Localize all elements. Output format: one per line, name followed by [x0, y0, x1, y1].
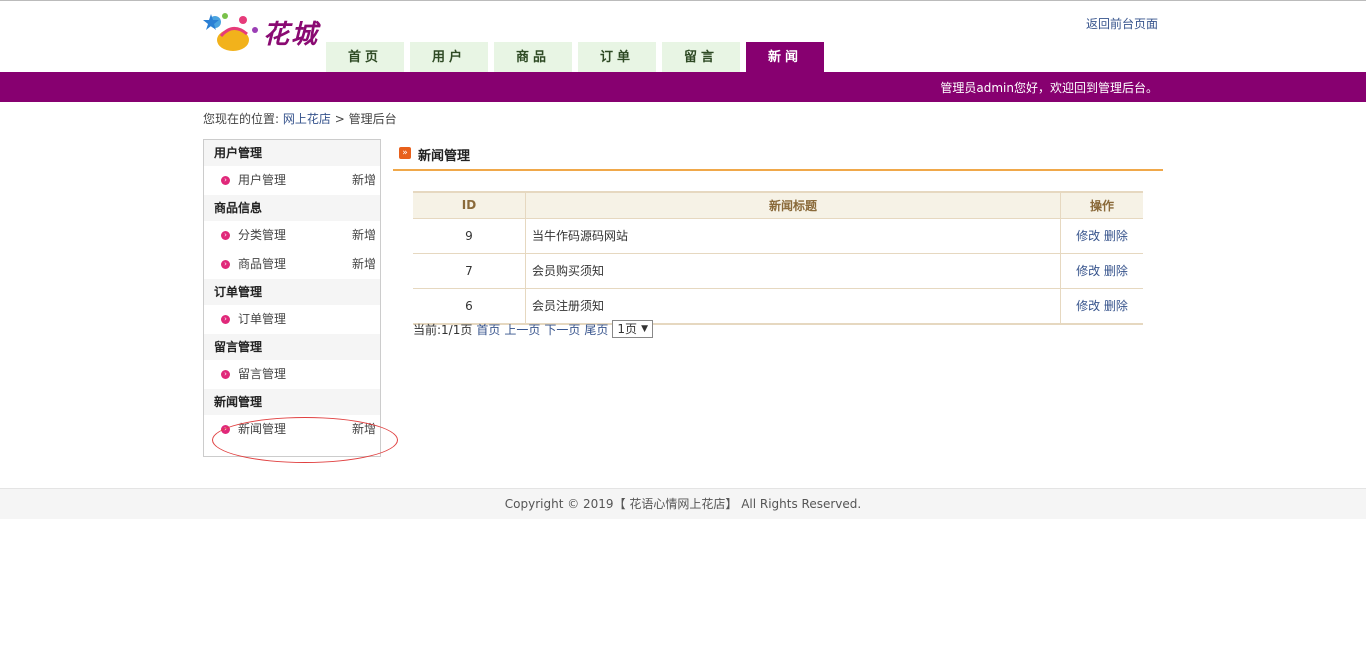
footer: Copyright © 2019【 花语心情网上花店】 All Rights R…	[0, 488, 1366, 519]
column-header-id: ID	[413, 191, 526, 219]
page-title: 新闻管理	[418, 149, 471, 164]
dropdown-arrow-icon: ▼	[641, 324, 648, 334]
cell-id: 9	[413, 218, 526, 254]
title-divider	[393, 169, 1163, 171]
delete-link[interactable]: 删除	[1104, 264, 1128, 278]
sidebar-item-messages: › 留言管理	[204, 360, 380, 389]
nav-tab-products[interactable]: 商品	[494, 42, 572, 72]
edit-link[interactable]: 修改	[1076, 229, 1100, 243]
sidebar-item-users: › 用户管理 新增	[204, 166, 380, 195]
bullet-arrow-icon: ›	[221, 231, 230, 240]
sidebar-item-label[interactable]: 用户管理	[238, 173, 286, 187]
edit-link[interactable]: 修改	[1076, 264, 1100, 278]
sidebar-item-label[interactable]: 订单管理	[238, 312, 286, 326]
bullet-arrow-icon: ›	[221, 315, 230, 324]
pager-last-link[interactable]: 尾页	[584, 321, 608, 338]
column-header-title: 新闻标题	[525, 191, 1061, 219]
sidebar-group-title: 订单管理	[204, 279, 380, 305]
breadcrumb-home-link[interactable]: 网上花店	[283, 112, 331, 126]
nav-tab-news[interactable]: 新闻	[746, 42, 824, 72]
add-user-link[interactable]: 新增	[352, 166, 376, 195]
flower-logo-icon	[203, 13, 258, 51]
column-header-ops: 操作	[1060, 191, 1143, 219]
delete-link[interactable]: 删除	[1104, 299, 1128, 313]
bullet-arrow-icon: ›	[221, 260, 230, 269]
cell-title: 当牛作码源码网站	[525, 218, 1061, 254]
delete-link[interactable]: 删除	[1104, 229, 1128, 243]
nav-tab-home[interactable]: 首页	[326, 42, 404, 72]
page-select-value: 1页	[617, 322, 638, 336]
sidebar-group-title: 商品信息	[204, 195, 380, 221]
logo-text: 花城	[263, 20, 320, 50]
sidebar: 用户管理 › 用户管理 新增 商品信息 › 分类管理 新增 › 商品管理 新增 …	[203, 139, 381, 457]
breadcrumb-prefix: 您现在的位置:	[203, 112, 280, 126]
sidebar-group-title: 留言管理	[204, 334, 380, 360]
breadcrumb-current: 管理后台	[348, 112, 397, 126]
nav-tab-orders[interactable]: 订单	[578, 42, 656, 72]
pager-first-link[interactable]: 首页	[476, 321, 500, 338]
table-header-row: ID 新闻标题 操作	[413, 191, 1143, 219]
table-row: 6 会员注册须知 修改 删除	[413, 288, 1143, 325]
sidebar-item-orders: › 订单管理	[204, 305, 380, 334]
pager-status: 当前:1/1页	[413, 322, 473, 337]
add-product-link[interactable]: 新增	[352, 250, 376, 279]
sidebar-item-label[interactable]: 留言管理	[238, 367, 286, 381]
cell-ops: 修改 删除	[1060, 218, 1143, 254]
cell-id: 6	[413, 288, 526, 325]
footer-copyright: Copyright © 2019【 花语心情网上花店】 All Rights R…	[504, 497, 862, 511]
logo: 花城	[203, 10, 325, 56]
highlight-annotation	[212, 417, 398, 463]
edit-link[interactable]: 修改	[1076, 299, 1100, 313]
cell-ops: 修改 删除	[1060, 253, 1143, 289]
nav-tab-messages[interactable]: 留言	[662, 42, 740, 72]
welcome-message: 管理员admin您好，欢迎回到管理后台。	[940, 81, 1158, 95]
pager-next-link[interactable]: 下一页	[544, 321, 580, 338]
sidebar-group-title: 新闻管理	[204, 389, 380, 415]
cell-ops: 修改 删除	[1060, 288, 1143, 325]
breadcrumb-separator: >	[334, 112, 345, 126]
section-arrow-icon: »	[399, 147, 411, 159]
sidebar-item-categories: › 分类管理 新增	[204, 221, 380, 250]
cell-id: 7	[413, 253, 526, 289]
top-border	[0, 0, 1366, 1]
sidebar-group-title: 用户管理	[204, 140, 380, 166]
pagination: 当前:1/1页 首页 上一页 下一页 尾页 1页 ▼	[413, 320, 653, 338]
sidebar-item-label[interactable]: 分类管理	[238, 228, 286, 242]
add-category-link[interactable]: 新增	[352, 221, 376, 250]
table-row: 7 会员购买须知 修改 删除	[413, 253, 1143, 289]
breadcrumb: 您现在的位置: 网上花店 > 管理后台	[203, 110, 397, 127]
main-nav: 首页 用户 商品 订单 留言 新闻	[326, 42, 830, 72]
page-select[interactable]: 1页 ▼	[612, 320, 653, 338]
bullet-arrow-icon: ›	[221, 176, 230, 185]
sidebar-item-label[interactable]: 商品管理	[238, 257, 286, 271]
news-table: ID 新闻标题 操作 9 当牛作码源码网站 修改 删除 7 会员购买须知 修改 …	[413, 191, 1143, 325]
back-to-front-link[interactable]: 返回前台页面	[1086, 15, 1158, 32]
sidebar-item-products: › 商品管理 新增	[204, 250, 380, 279]
header-bar	[0, 72, 1366, 102]
cell-title: 会员购买须知	[525, 253, 1061, 289]
pager-prev-link[interactable]: 上一页	[504, 321, 540, 338]
cell-title: 会员注册须知	[525, 288, 1061, 325]
table-row: 9 当牛作码源码网站 修改 删除	[413, 218, 1143, 254]
nav-tab-users[interactable]: 用户	[410, 42, 488, 72]
bullet-arrow-icon: ›	[221, 370, 230, 379]
